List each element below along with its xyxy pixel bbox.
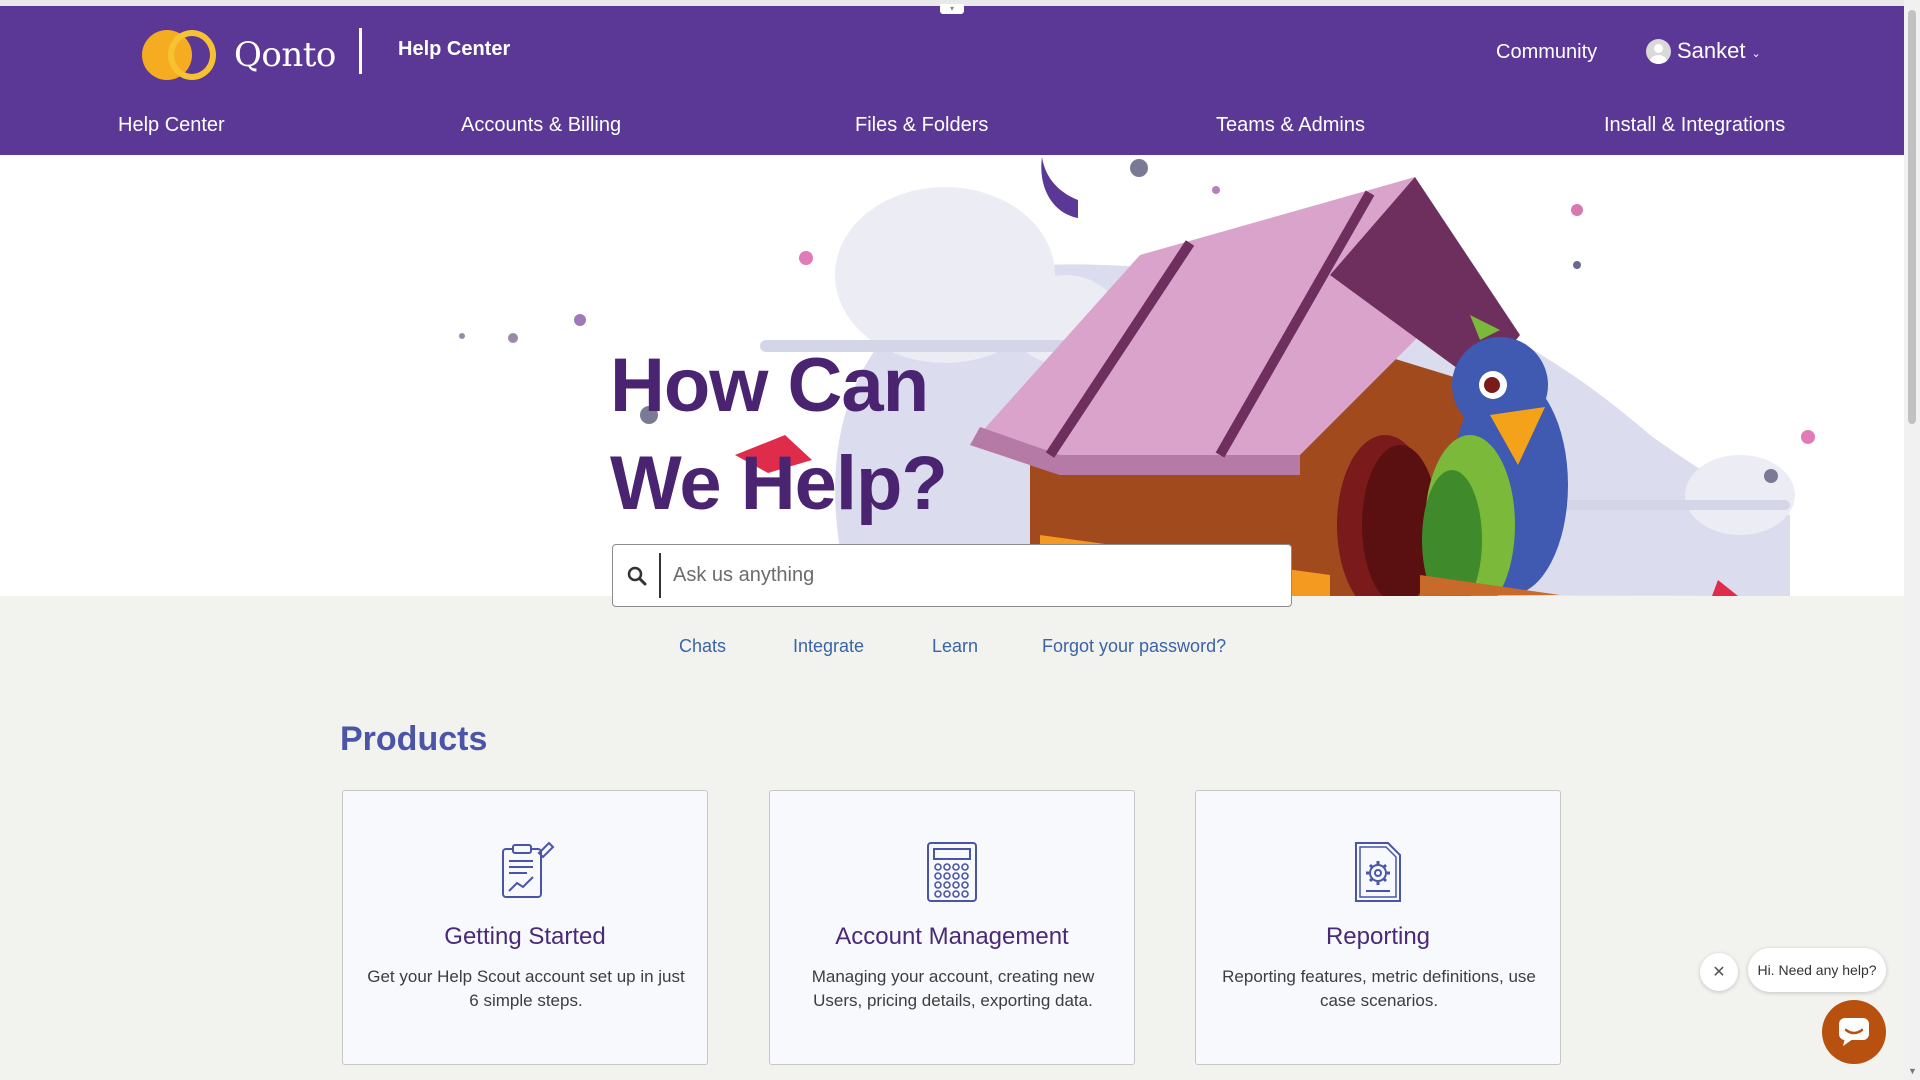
chat-greeting-bubble[interactable]: Hi. Need any help? [1748,948,1886,992]
hero-title: How Can We Help? [610,337,948,533]
logo-divider [359,28,362,74]
chevron-down-icon: ⌄ [1751,47,1761,60]
chat-icon [1839,1018,1869,1046]
nav-item-accounts-billing[interactable]: Accounts & Billing [461,114,621,137]
close-icon: ✕ [1712,964,1726,981]
nav-item-teams-admins[interactable]: Teams & Admins [1216,114,1365,137]
quick-link-learn[interactable]: Learn [932,636,978,657]
page-scrollbar[interactable]: ▼ [1904,0,1920,1080]
products-title: Products [340,720,488,758]
quick-link-forgot-password[interactable]: Forgot your password? [1042,636,1226,657]
collapse-toggle[interactable]: ▾ [940,4,964,14]
qonto-logo[interactable]: Qonto [142,30,336,80]
help-center-title[interactable]: Help Center [398,38,510,61]
hero-title-line2: We Help? [610,441,948,526]
card-title: Reporting [1325,923,1431,950]
product-card-account-management[interactable]: Account Management Managing your account… [769,790,1135,1065]
scroll-down-arrow-icon[interactable]: ▼ [1908,1066,1917,1076]
user-name: Sanket [1677,38,1746,63]
logo-text: Qonto [234,35,336,75]
user-menu[interactable]: Sanket ⌄ [1646,38,1761,64]
hero-banner: How Can We Help? [0,155,1904,596]
document-gear-icon [1355,842,1401,902]
main-nav: Help Center Accounts & Billing Files & F… [0,114,1904,154]
community-link[interactable]: Community [1496,41,1597,64]
nav-item-files-folders[interactable]: Files & Folders [855,114,988,137]
card-description: Reporting features, metric definitions, … [1222,967,1536,1010]
calculator-icon [927,842,977,902]
quick-links: Chats Integrate Learn Forgot your passwo… [0,636,1904,660]
product-card-getting-started[interactable]: Getting Started Get your Help Scout acco… [342,790,708,1065]
card-description: Get your Help Scout account set up in ju… [367,967,685,1010]
card-description: Managing your account, creating new User… [811,967,1095,1010]
chat-close-button[interactable]: ✕ [1700,953,1738,991]
hero-illustration [459,157,1815,596]
scrollbar-thumb[interactable] [1908,10,1916,424]
search-icon[interactable] [615,553,661,598]
hero-title-line1: How Can [610,343,929,428]
search-input[interactable] [673,564,1273,587]
product-card-reporting[interactable]: Reporting Reporting features, metric def… [1195,790,1561,1065]
clipboard-chart-icon [502,841,555,898]
card-title: Account Management [835,923,1069,950]
site-header: Qonto Help Center Community Sanket ⌄ Hel… [0,6,1904,155]
quick-link-integrate[interactable]: Integrate [793,636,864,657]
search-box [612,544,1292,607]
avatar [1646,38,1671,64]
help-center-page: Qonto Help Center Community Sanket ⌄ Hel… [0,0,1920,1080]
chat-launcher-button[interactable] [1822,1000,1886,1064]
nav-item-install-integrations[interactable]: Install & Integrations [1604,114,1785,137]
logo-mark-icon [142,30,216,80]
quick-link-chats[interactable]: Chats [679,636,726,657]
card-title: Getting Started [444,923,606,950]
nav-item-help-center[interactable]: Help Center [118,114,225,137]
